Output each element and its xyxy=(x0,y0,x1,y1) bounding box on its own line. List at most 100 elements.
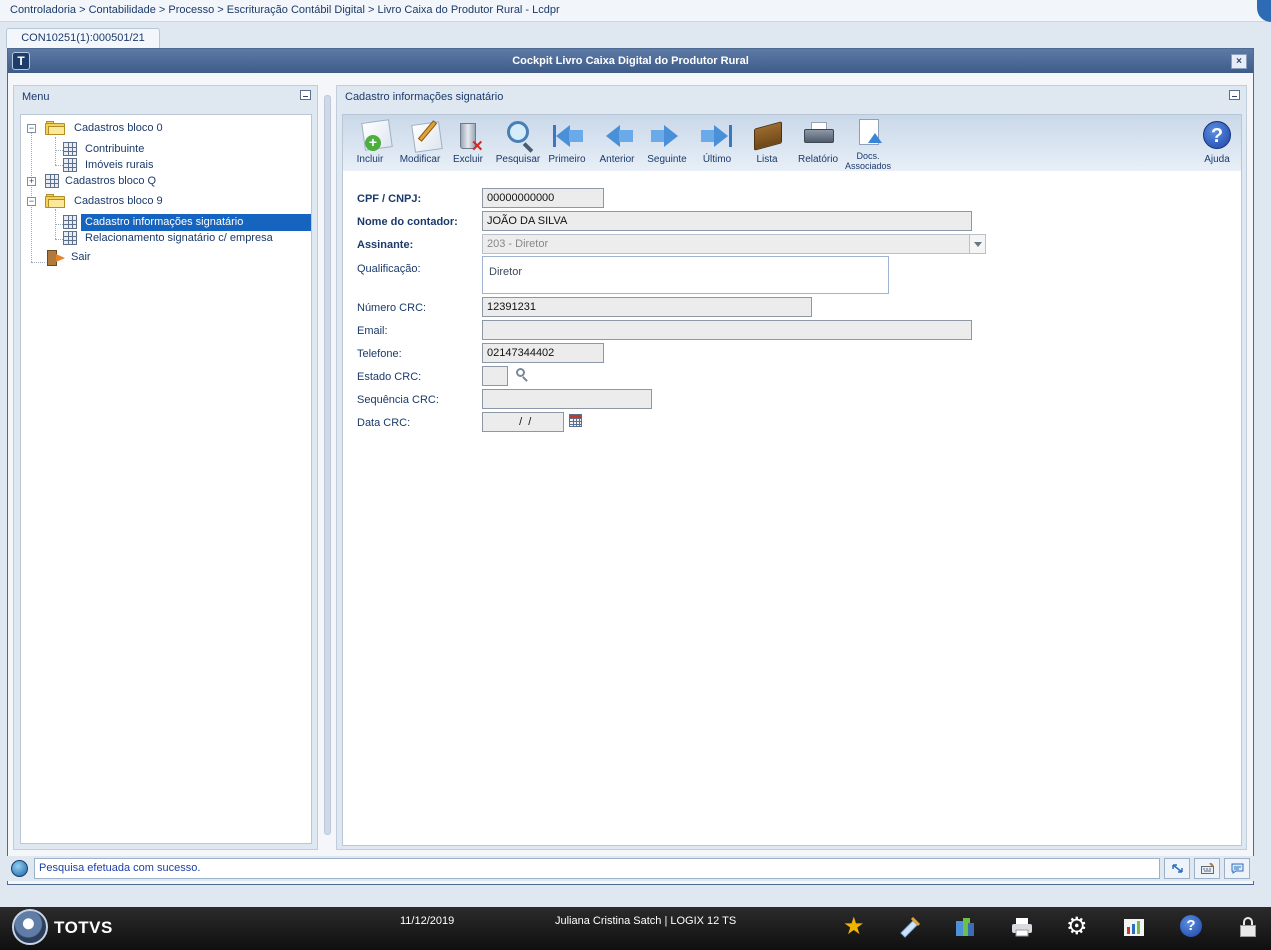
taskbar-user-info: Juliana Cristina Satch | LOGIX 12 TS xyxy=(555,915,737,927)
taskbar-date: 11/12/2019 xyxy=(400,915,455,927)
menu-item-cadastros-bloco-q[interactable]: Cadastros bloco Q xyxy=(65,173,156,190)
content-panel-title: Cadastro informações signatário xyxy=(345,91,504,103)
folder-icon xyxy=(45,194,65,208)
menu-item-relacionamento-signatario[interactable]: Relacionamento signatário c/ empresa xyxy=(85,230,273,247)
edit-tool-icon[interactable] xyxy=(898,915,922,939)
tree-connector xyxy=(31,262,45,263)
qualificacao-label: Qualificação: xyxy=(357,263,421,275)
app-logo-icon: T xyxy=(12,52,30,70)
menu-item-contribuinte[interactable]: Contribuinte xyxy=(85,141,144,158)
cpf-cnpj-field[interactable]: 00000000000 xyxy=(482,188,604,208)
telefone-field[interactable]: 02147344402 xyxy=(482,343,604,363)
previous-icon xyxy=(600,119,634,151)
content-panel: Cadastro informações signatário + Inclui… xyxy=(336,85,1247,850)
grid-icon xyxy=(63,215,77,229)
lock-icon[interactable] xyxy=(1236,915,1260,939)
primeiro-button[interactable]: Primeiro xyxy=(542,117,592,171)
relatorio-button[interactable]: Relatório xyxy=(793,117,843,171)
menu-panel-title: Menu xyxy=(22,91,50,103)
minimize-panel-icon[interactable] xyxy=(300,90,311,100)
grid-icon xyxy=(63,158,77,172)
pesquisar-button[interactable]: Pesquisar xyxy=(493,117,543,171)
first-icon xyxy=(550,119,584,151)
delete-icon: ✕ xyxy=(451,119,485,155)
breadcrumb-text[interactable]: Controladoria > Contabilidade > Processo… xyxy=(10,4,560,16)
tree-connector xyxy=(55,137,56,165)
search-icon[interactable] xyxy=(516,368,530,382)
menu-panel: Menu − Cadastros bloco 0 Contribuinte Im… xyxy=(13,85,318,850)
expand-expander-icon[interactable]: + xyxy=(27,177,36,186)
document-tab-strip: CON10251(1):000501/21 xyxy=(0,22,1271,48)
numero-crc-field[interactable]: 12391231 xyxy=(482,297,812,317)
docs-associados-label-line1: Docs. xyxy=(856,151,880,161)
tree-connector xyxy=(55,165,63,166)
search-icon xyxy=(501,119,535,153)
status-bar: Pesquisa efetuada com sucesso. xyxy=(7,856,1254,881)
numero-crc-label: Número CRC: xyxy=(357,302,427,314)
resize-button[interactable] xyxy=(1164,858,1190,879)
data-crc-field[interactable]: / / xyxy=(482,412,564,432)
cpf-cnpj-label: CPF / CNPJ: xyxy=(357,193,422,205)
chevron-down-icon[interactable] xyxy=(969,235,985,253)
incluir-button[interactable]: + Incluir xyxy=(345,117,395,171)
menu-item-imoveis-rurais[interactable]: Imóveis rurais xyxy=(85,157,153,174)
modificar-button[interactable]: Modificar xyxy=(395,117,445,171)
grid-icon xyxy=(63,142,77,156)
seguinte-button[interactable]: Seguinte xyxy=(642,117,692,171)
calendar-icon[interactable] xyxy=(569,414,582,427)
excluir-button[interactable]: ✕ Excluir xyxy=(443,117,493,171)
collapse-expander-icon[interactable]: − xyxy=(27,124,36,133)
edit-icon xyxy=(403,119,443,153)
add-icon: + xyxy=(353,119,393,151)
ajuda-label: Ajuda xyxy=(1204,154,1230,165)
nome-contador-label: Nome do contador: xyxy=(357,216,458,228)
menu-item-cadastro-informacoes-signatario[interactable]: Cadastro informações signatário xyxy=(81,214,311,231)
tree-connector xyxy=(55,224,63,225)
assinante-label: Assinante: xyxy=(357,239,414,251)
modules-icon[interactable] xyxy=(953,915,977,939)
tree-connector xyxy=(55,239,63,240)
printer-icon[interactable] xyxy=(1010,915,1034,939)
help-icon: ? xyxy=(1200,119,1234,151)
grid-icon xyxy=(63,231,77,245)
menu-item-cadastros-bloco-0[interactable]: Cadastros bloco 0 xyxy=(74,120,163,137)
qualificacao-textarea[interactable]: Diretor xyxy=(482,256,889,294)
panel-splitter[interactable] xyxy=(324,95,331,835)
brand-name: TOTVS xyxy=(54,918,113,937)
favorites-star-icon[interactable]: ★ xyxy=(843,915,867,939)
tree-connector xyxy=(55,150,63,151)
assinante-select[interactable]: 203 - Diretor xyxy=(482,234,986,254)
document-tab[interactable]: CON10251(1):000501/21 xyxy=(6,28,160,48)
assinante-selected-value: 203 - Diretor xyxy=(487,238,549,250)
chart-icon[interactable] xyxy=(1122,915,1146,939)
attached-docs-icon xyxy=(851,119,885,151)
close-window-button[interactable]: × xyxy=(1231,54,1247,69)
totvs-logo-icon[interactable] xyxy=(12,909,48,945)
sequencia-crc-field[interactable] xyxy=(482,389,652,409)
docs-associados-button[interactable]: Docs. Associados xyxy=(843,117,893,171)
email-field[interactable] xyxy=(482,320,972,340)
lista-button[interactable]: Lista xyxy=(742,117,792,171)
ultimo-button[interactable]: Último xyxy=(692,117,742,171)
help-icon[interactable]: ? xyxy=(1180,915,1202,937)
estado-crc-field[interactable] xyxy=(482,366,508,386)
collapse-expander-icon[interactable]: − xyxy=(27,197,36,206)
chat-bubble-icon xyxy=(1231,863,1244,874)
status-message: Pesquisa efetuada com sucesso. xyxy=(34,858,1160,879)
menu-item-sair[interactable]: Sair xyxy=(71,249,91,266)
grid-icon xyxy=(45,174,59,188)
keyboard-button[interactable] xyxy=(1194,858,1220,879)
menu-panel-header: Menu xyxy=(14,86,317,108)
anterior-button[interactable]: Anterior xyxy=(592,117,642,171)
lista-label: Lista xyxy=(756,154,778,165)
minimize-panel-icon[interactable] xyxy=(1229,90,1240,100)
messages-button[interactable] xyxy=(1224,858,1250,879)
nome-contador-field[interactable]: JOÃO DA SILVA xyxy=(482,211,972,231)
action-toolbar: + Incluir Modificar ✕ Excluir Pesquisar … xyxy=(343,115,1241,171)
menu-item-cadastros-bloco-9[interactable]: Cadastros bloco 9 xyxy=(74,193,163,210)
main-window: T Cockpit Livro Caixa Digital do Produto… xyxy=(7,48,1254,885)
settings-gear-icon[interactable]: ⚙ xyxy=(1066,915,1090,939)
menu-tree: − Cadastros bloco 0 Contribuinte Imóveis… xyxy=(20,114,312,844)
print-icon xyxy=(801,119,835,151)
ajuda-button[interactable]: ? Ajuda xyxy=(1192,117,1242,171)
